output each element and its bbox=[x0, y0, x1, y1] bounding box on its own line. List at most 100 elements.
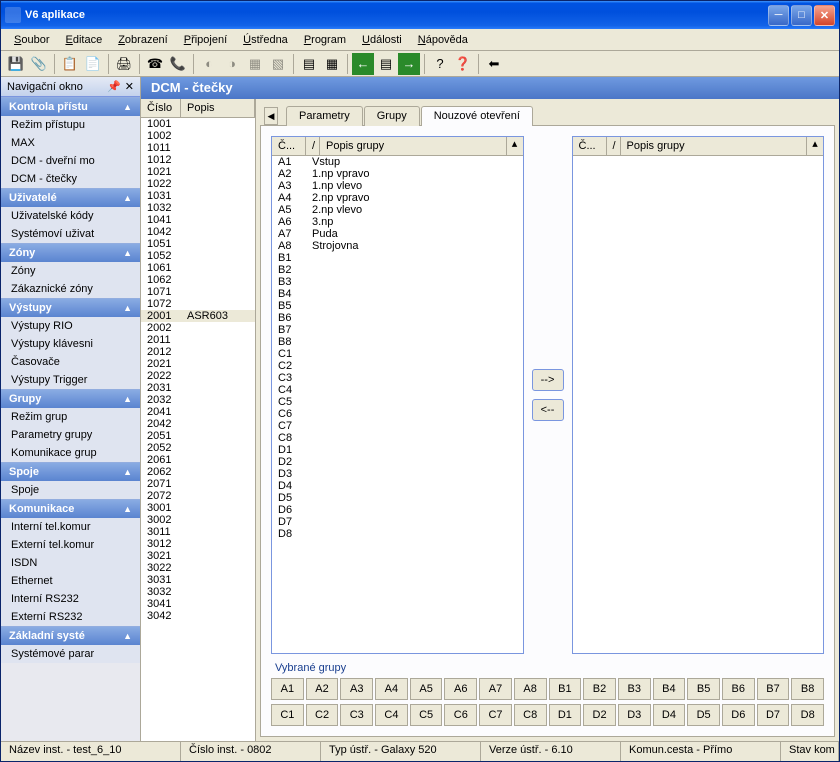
minimize-button[interactable]: ─ bbox=[768, 5, 789, 26]
group-row[interactable]: B3 bbox=[272, 276, 523, 288]
nav-item[interactable]: Výstupy Trigger bbox=[1, 371, 140, 389]
group-row[interactable]: A42.np vpravo bbox=[272, 192, 523, 204]
list-row[interactable]: 3022 bbox=[141, 562, 255, 574]
paste-icon[interactable]: 📄 bbox=[82, 53, 104, 75]
right-col-code[interactable]: Č... bbox=[573, 137, 607, 155]
group-cell-D3[interactable]: D3 bbox=[618, 704, 651, 726]
group-row[interactable]: B4 bbox=[272, 288, 523, 300]
list-row[interactable]: 2051 bbox=[141, 430, 255, 442]
list-row[interactable]: 1042 bbox=[141, 226, 255, 238]
list-row[interactable]: 2061 bbox=[141, 454, 255, 466]
nav-item[interactable]: MAX bbox=[1, 134, 140, 152]
group-cell-B7[interactable]: B7 bbox=[757, 678, 790, 700]
group-cell-B6[interactable]: B6 bbox=[722, 678, 755, 700]
group-cell-D6[interactable]: D6 bbox=[722, 704, 755, 726]
group-cell-A2[interactable]: A2 bbox=[306, 678, 339, 700]
list-row[interactable]: 2072 bbox=[141, 490, 255, 502]
group-cell-A7[interactable]: A7 bbox=[479, 678, 512, 700]
nav-item[interactable]: Zákaznické zóny bbox=[1, 280, 140, 298]
scroll-up-icon[interactable]: ▴ bbox=[807, 137, 823, 155]
accordion-Spoje[interactable]: Spoje▲ bbox=[1, 462, 140, 481]
list-row[interactable]: 1001 bbox=[141, 118, 255, 130]
list-row[interactable]: 1041 bbox=[141, 214, 255, 226]
nav-item[interactable]: Uživatelské kódy bbox=[1, 207, 140, 225]
accordion-Výstupy[interactable]: Výstupy▲ bbox=[1, 298, 140, 317]
nav-item[interactable]: Parametry grupy bbox=[1, 426, 140, 444]
list-row[interactable]: 3021 bbox=[141, 550, 255, 562]
left-col-desc[interactable]: Popis grupy bbox=[320, 137, 507, 155]
group-cell-A1[interactable]: A1 bbox=[271, 678, 304, 700]
group-cell-B3[interactable]: B3 bbox=[618, 678, 651, 700]
tool1-icon[interactable]: ◐ bbox=[198, 53, 220, 75]
group-cell-D5[interactable]: D5 bbox=[687, 704, 720, 726]
menu-události[interactable]: Události bbox=[355, 32, 409, 48]
group-cell-B1[interactable]: B1 bbox=[549, 678, 582, 700]
group-cell-C4[interactable]: C4 bbox=[375, 704, 408, 726]
list-row[interactable]: 3032 bbox=[141, 586, 255, 598]
list-row[interactable]: 1072 bbox=[141, 298, 255, 310]
accordion-Grupy[interactable]: Grupy▲ bbox=[1, 389, 140, 408]
group-cell-A4[interactable]: A4 bbox=[375, 678, 408, 700]
nav-item[interactable]: Ethernet bbox=[1, 572, 140, 590]
list-row[interactable]: 2052 bbox=[141, 442, 255, 454]
group-cell-A5[interactable]: A5 bbox=[410, 678, 443, 700]
nav-item[interactable]: Systémoví uživat bbox=[1, 225, 140, 243]
tab-Grupy[interactable]: Grupy bbox=[364, 106, 420, 126]
nav-item[interactable]: Režim grup bbox=[1, 408, 140, 426]
nav-item[interactable]: Interní RS232 bbox=[1, 590, 140, 608]
nav-item[interactable]: Výstupy RIO bbox=[1, 317, 140, 335]
group-cell-C7[interactable]: C7 bbox=[479, 704, 512, 726]
scroll-up-icon[interactable]: ▴ bbox=[507, 137, 523, 155]
group-row[interactable]: C5 bbox=[272, 396, 523, 408]
group-cell-B8[interactable]: B8 bbox=[791, 678, 824, 700]
print-icon[interactable]: 🖨 bbox=[113, 53, 135, 75]
pin-icon[interactable]: 📌 bbox=[107, 80, 121, 93]
menu-připojení[interactable]: Připojení bbox=[177, 32, 234, 48]
tab-nav-left[interactable]: ◀ bbox=[264, 107, 278, 125]
accordion-Kontrola přístu[interactable]: Kontrola přístu▲ bbox=[1, 97, 140, 116]
maximize-button[interactable]: □ bbox=[791, 5, 812, 26]
group-cell-D2[interactable]: D2 bbox=[583, 704, 616, 726]
tool2-icon[interactable]: ◑ bbox=[221, 53, 243, 75]
group-row[interactable]: C1 bbox=[272, 348, 523, 360]
list-row[interactable]: 1052 bbox=[141, 250, 255, 262]
group-row[interactable]: A21.np vpravo bbox=[272, 168, 523, 180]
move-left-button[interactable]: <-- bbox=[532, 399, 564, 421]
accordion-Uživatelé[interactable]: Uživatelé▲ bbox=[1, 188, 140, 207]
list-row[interactable]: 1061 bbox=[141, 262, 255, 274]
group-cell-D1[interactable]: D1 bbox=[549, 704, 582, 726]
left-col-code[interactable]: Č... bbox=[272, 137, 306, 155]
group-cell-D7[interactable]: D7 bbox=[757, 704, 790, 726]
group-cell-A8[interactable]: A8 bbox=[514, 678, 547, 700]
group-row[interactable]: C6 bbox=[272, 408, 523, 420]
list-row[interactable]: 2022 bbox=[141, 370, 255, 382]
group-row[interactable]: D6 bbox=[272, 504, 523, 516]
group-row[interactable]: B6 bbox=[272, 312, 523, 324]
nav-item[interactable]: Systémové parar bbox=[1, 645, 140, 663]
tab-Parametry[interactable]: Parametry bbox=[286, 106, 363, 126]
group-cell-B4[interactable]: B4 bbox=[653, 678, 686, 700]
tool4-icon[interactable]: ▧ bbox=[267, 53, 289, 75]
hangup-icon[interactable]: 📞 bbox=[167, 53, 189, 75]
list-row[interactable]: 2012 bbox=[141, 346, 255, 358]
group-row[interactable]: D2 bbox=[272, 456, 523, 468]
group-row[interactable]: A63.np bbox=[272, 216, 523, 228]
nav-item[interactable]: Interní tel.komur bbox=[1, 518, 140, 536]
exit-icon[interactable]: ⬅ bbox=[483, 53, 505, 75]
list-row[interactable]: 2021 bbox=[141, 358, 255, 370]
menu-editace[interactable]: Editace bbox=[58, 32, 109, 48]
right-col-slash[interactable]: / bbox=[607, 137, 621, 155]
nav-item[interactable]: Externí RS232 bbox=[1, 608, 140, 626]
nav-item[interactable]: Výstupy klávesni bbox=[1, 335, 140, 353]
list-row[interactable]: 3011 bbox=[141, 526, 255, 538]
list-row[interactable]: 2001ASR603 bbox=[141, 310, 255, 322]
group-row[interactable]: A52.np vlevo bbox=[272, 204, 523, 216]
list-row[interactable]: 3012 bbox=[141, 538, 255, 550]
col-number[interactable]: Číslo bbox=[141, 99, 181, 117]
left-col-slash[interactable]: / bbox=[306, 137, 320, 155]
list-row[interactable]: 3041 bbox=[141, 598, 255, 610]
nav-item[interactable]: Komunikace grup bbox=[1, 444, 140, 462]
group-row[interactable]: C3 bbox=[272, 372, 523, 384]
forward-icon[interactable]: → bbox=[398, 53, 420, 75]
nav-item[interactable]: Externí tel.komur bbox=[1, 536, 140, 554]
